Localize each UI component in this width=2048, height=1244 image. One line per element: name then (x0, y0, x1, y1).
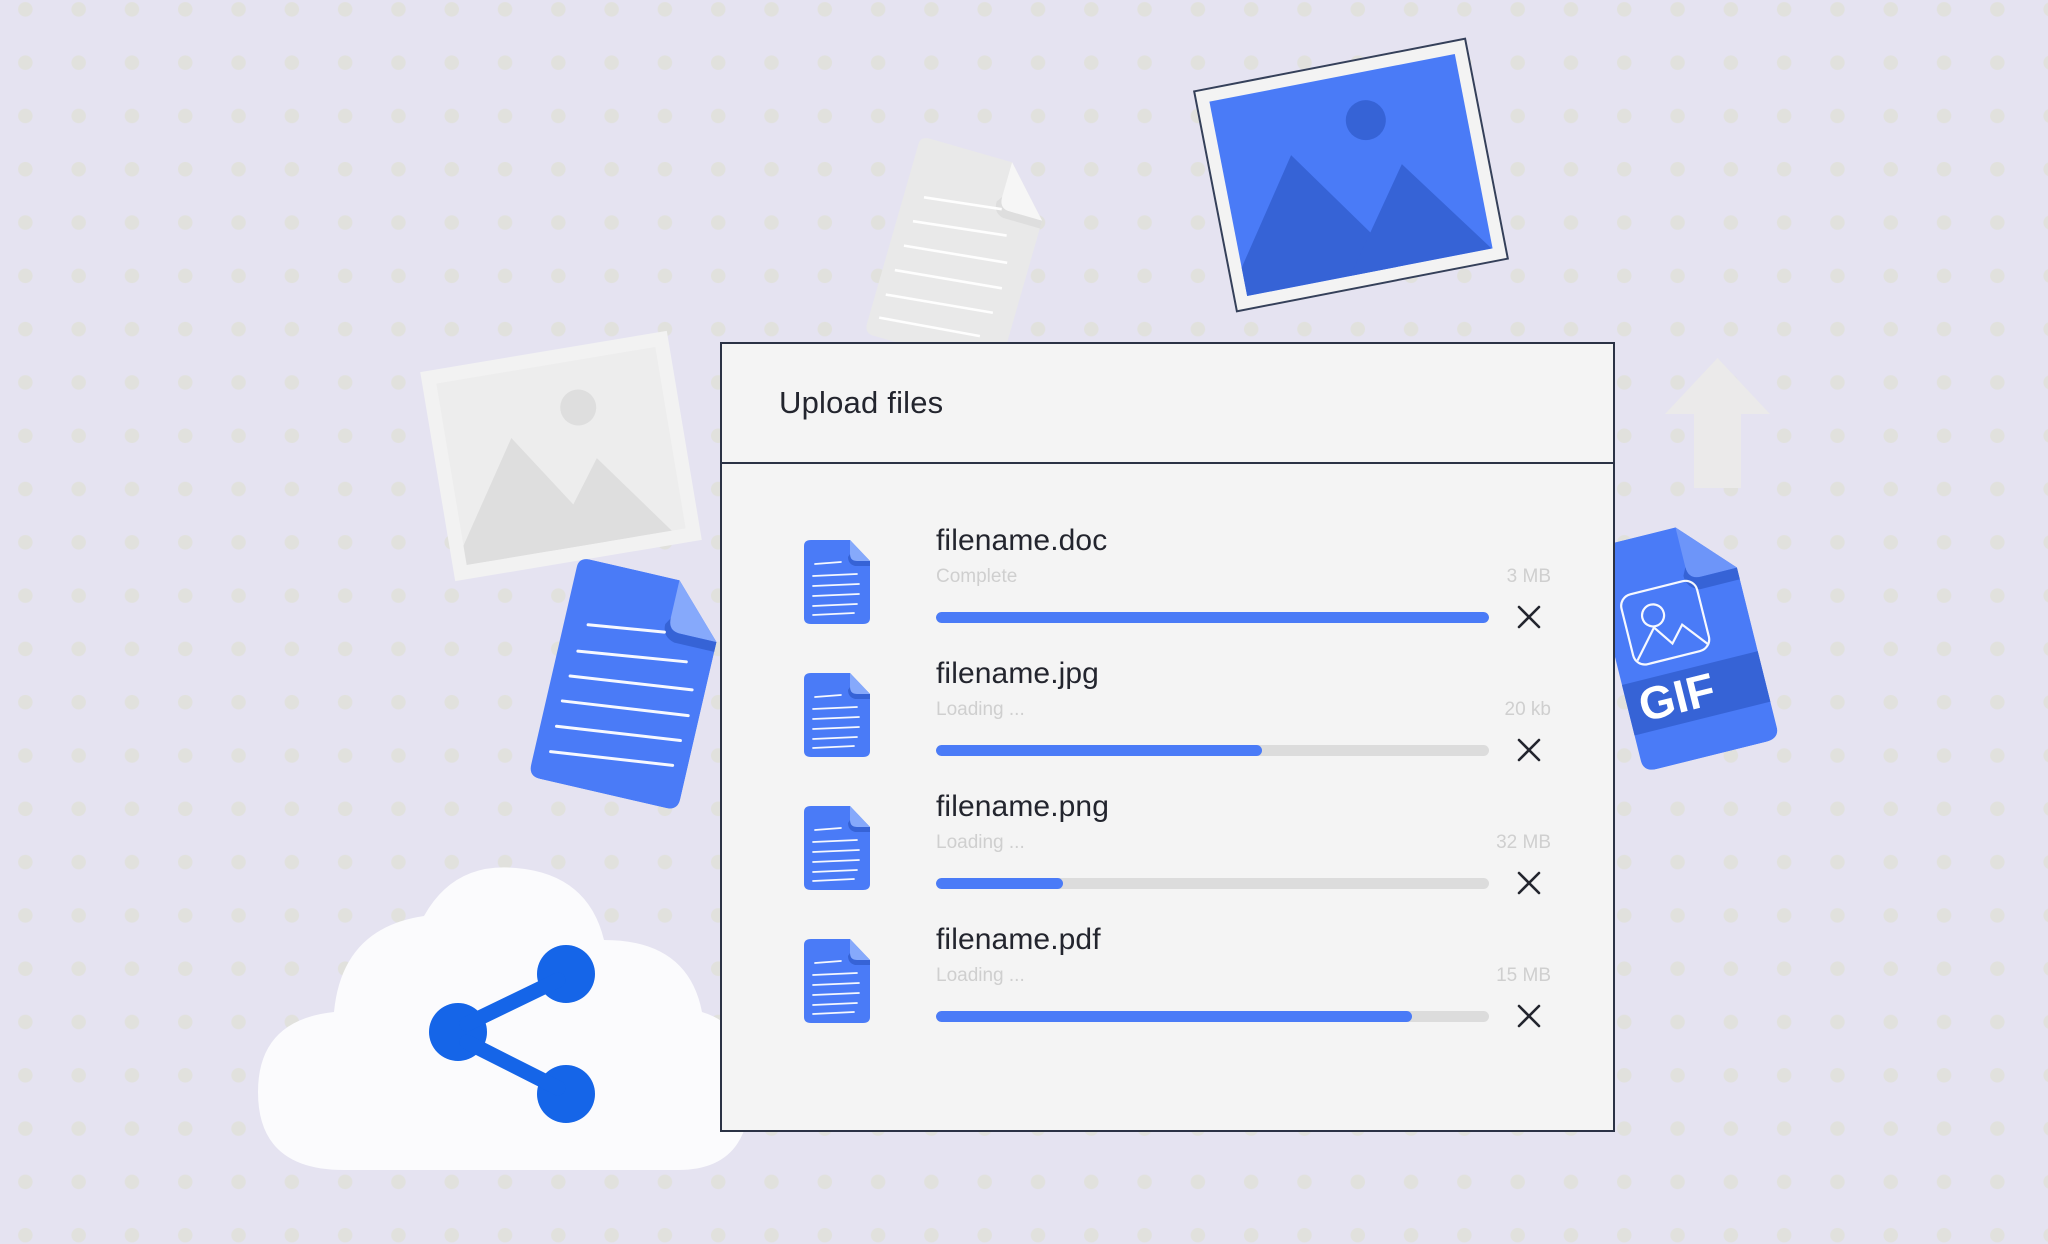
image-photo-icon (1209, 53, 1493, 297)
progress-bar (936, 877, 1489, 889)
remove-file-button[interactable] (1507, 994, 1551, 1038)
document-page-icon (530, 559, 717, 809)
file-upload-row: filename.pdf Loading ... 15 MB (722, 921, 1613, 1054)
file-size: 32 MB (1496, 832, 1551, 853)
document-icon (804, 673, 870, 757)
progress-fill (936, 744, 1263, 756)
document-icon (804, 540, 870, 624)
progress-bar (936, 744, 1489, 756)
progress-row (936, 595, 1551, 639)
file-details: filename.png Loading ... 32 MB (936, 788, 1551, 905)
remove-file-button[interactable] (1507, 861, 1551, 905)
document-icon (804, 806, 870, 890)
file-status: Complete (936, 566, 1018, 587)
file-meta: Loading ... 32 MB (936, 832, 1551, 854)
file-size: 3 MB (1506, 566, 1551, 587)
gray-photo-frame-decoration (420, 330, 702, 582)
document-icon (804, 939, 870, 1023)
file-meta: Loading ... 15 MB (936, 965, 1551, 987)
file-status: Loading ... (936, 965, 1025, 986)
upload-files-dialog: Upload files filename.doc Complete 3 MB … (720, 342, 1615, 1132)
progress-fill (936, 611, 1489, 623)
illustration-canvas: GIF Upload files filename.doc Complete 3… (0, 0, 2048, 1244)
close-icon (1517, 871, 1541, 895)
document-page-icon (866, 138, 1043, 370)
progress-row (936, 728, 1551, 772)
file-name: filename.jpg (936, 657, 1099, 690)
cloud-share-icon (258, 867, 750, 1170)
file-status: Loading ... (936, 699, 1025, 720)
sun-shape (1342, 96, 1390, 144)
file-name: filename.doc (936, 524, 1108, 557)
file-upload-row: filename.doc Complete 3 MB (722, 522, 1613, 655)
file-details: filename.doc Complete 3 MB (936, 522, 1551, 639)
remove-file-button[interactable] (1507, 728, 1551, 772)
progress-fill (936, 1010, 1412, 1022)
file-details: filename.jpg Loading ... 20 kb (936, 655, 1551, 772)
close-icon (1517, 605, 1541, 629)
dialog-header: Upload files (722, 344, 1613, 464)
progress-row (936, 861, 1551, 905)
progress-bar (936, 1010, 1489, 1022)
sun-shape (557, 387, 599, 429)
file-upload-row: filename.jpg Loading ... 20 kb (722, 655, 1613, 788)
blue-paper-decoration (517, 554, 728, 810)
blue-photo-frame-decoration (1192, 37, 1510, 313)
upload-arrow-decoration (1665, 358, 1770, 488)
file-status: Loading ... (936, 832, 1025, 853)
file-upload-list: filename.doc Complete 3 MB filename.jpg … (722, 464, 1613, 1054)
arrow-up-icon (1665, 358, 1770, 488)
file-name: filename.pdf (936, 923, 1101, 956)
file-size: 15 MB (1496, 965, 1551, 986)
file-details: filename.pdf Loading ... 15 MB (936, 921, 1551, 1038)
file-meta: Complete 3 MB (936, 566, 1551, 588)
close-icon (1517, 1004, 1541, 1028)
cloud-share-decoration (258, 862, 750, 1170)
page-title: Upload files (779, 385, 944, 420)
close-icon (1517, 738, 1541, 762)
file-meta: Loading ... 20 kb (936, 699, 1551, 721)
progress-fill (936, 877, 1064, 889)
remove-file-button[interactable] (1507, 595, 1551, 639)
file-upload-row: filename.png Loading ... 32 MB (722, 788, 1613, 921)
file-size: 20 kb (1504, 699, 1551, 720)
image-placeholder-icon (436, 346, 686, 566)
gray-paper-decoration (855, 133, 1056, 371)
progress-row (936, 994, 1551, 1038)
progress-bar (936, 611, 1489, 623)
file-name: filename.png (936, 790, 1109, 823)
